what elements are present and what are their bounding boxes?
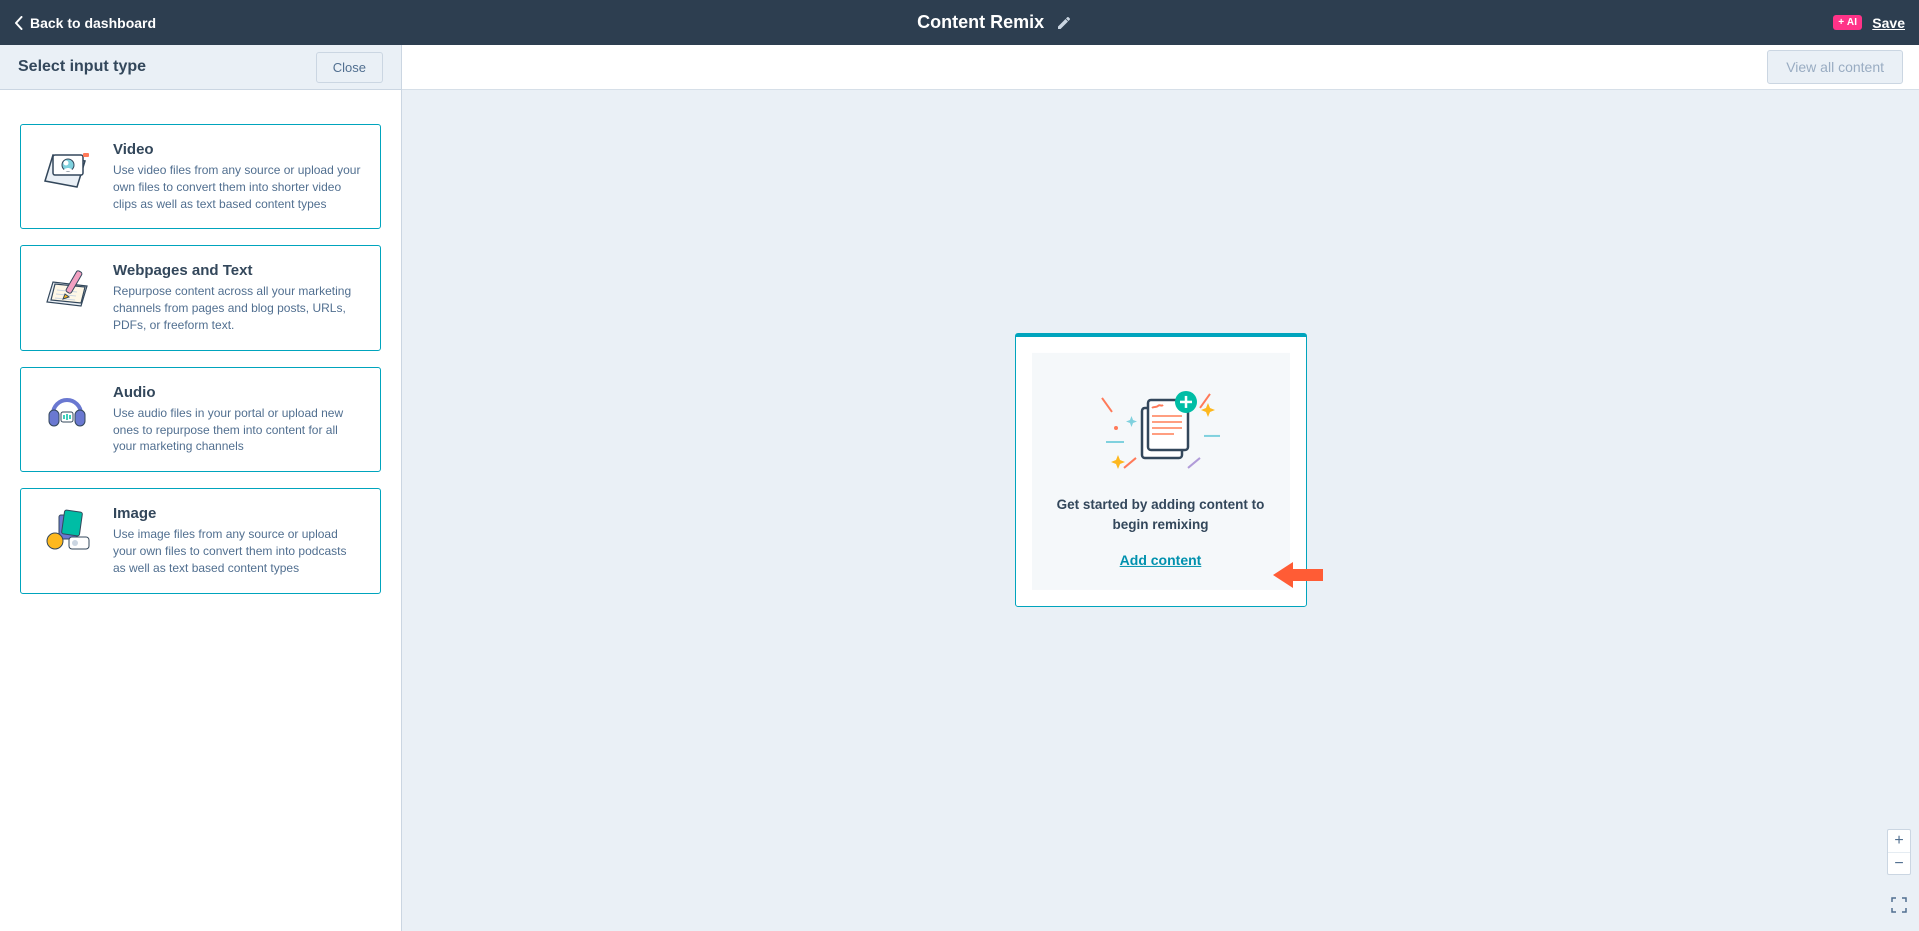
option-desc: Use image files from any source or uploa… [113,526,362,576]
image-icon [39,505,95,561]
option-title: Video [113,141,362,158]
close-button[interactable]: Close [316,52,383,83]
canvas: View all content [402,45,1919,931]
empty-state-inner: Get started by adding content to begin r… [1032,353,1290,590]
back-to-dashboard-link[interactable]: Back to dashboard [14,15,156,31]
body: Select input type Close Video [0,45,1919,931]
sidebar: Select input type Close Video [0,45,402,931]
video-icon [39,141,95,197]
option-title: Audio [113,384,362,401]
topbar-center: Content Remix [917,12,1072,33]
option-title: Image [113,505,362,522]
option-audio[interactable]: Audio Use audio files in your portal or … [20,367,381,472]
option-title: Webpages and Text [113,262,362,279]
option-webpages-text: Webpages and Text Repurpose content acro… [113,262,362,333]
save-button[interactable]: Save [1872,15,1905,31]
document-plus-icon [1048,367,1274,487]
audio-icon [39,384,95,440]
fullscreen-button[interactable] [1889,895,1909,915]
webpages-icon [39,262,95,318]
zoom-controls: + − [1887,829,1911,875]
page-title: Content Remix [917,12,1044,33]
sidebar-header: Select input type Close [0,45,401,90]
zoom-in-button[interactable]: + [1888,830,1910,852]
pencil-icon[interactable] [1056,15,1072,31]
view-all-content-button[interactable]: View all content [1767,50,1903,84]
empty-state-message: Get started by adding content to begin r… [1048,495,1274,534]
chevron-left-icon [14,16,24,30]
topbar-right: + AI Save [1833,15,1905,31]
option-image[interactable]: Image Use image files from any source or… [20,488,381,593]
option-webpages[interactable]: Webpages and Text Repurpose content acro… [20,245,381,350]
empty-state-card: Get started by adding content to begin r… [1015,333,1307,607]
topbar: Back to dashboard Content Remix + AI Sav… [0,0,1919,45]
input-type-options: Video Use video files from any source or… [0,90,401,594]
zoom-out-button[interactable]: − [1888,852,1910,874]
back-label: Back to dashboard [30,15,156,31]
option-desc: Use audio files in your portal or upload… [113,405,362,455]
option-desc: Use video files from any source or uploa… [113,162,362,212]
option-desc: Repurpose content across all your market… [113,283,362,333]
sidebar-title: Select input type [18,58,146,76]
option-video-text: Video Use video files from any source or… [113,141,362,212]
option-audio-text: Audio Use audio files in your portal or … [113,384,362,455]
canvas-toolbar: View all content [402,45,1919,90]
option-video[interactable]: Video Use video files from any source or… [20,124,381,229]
add-content-link[interactable]: Add content [1120,552,1202,568]
ai-badge: + AI [1833,15,1862,30]
option-image-text: Image Use image files from any source or… [113,505,362,576]
